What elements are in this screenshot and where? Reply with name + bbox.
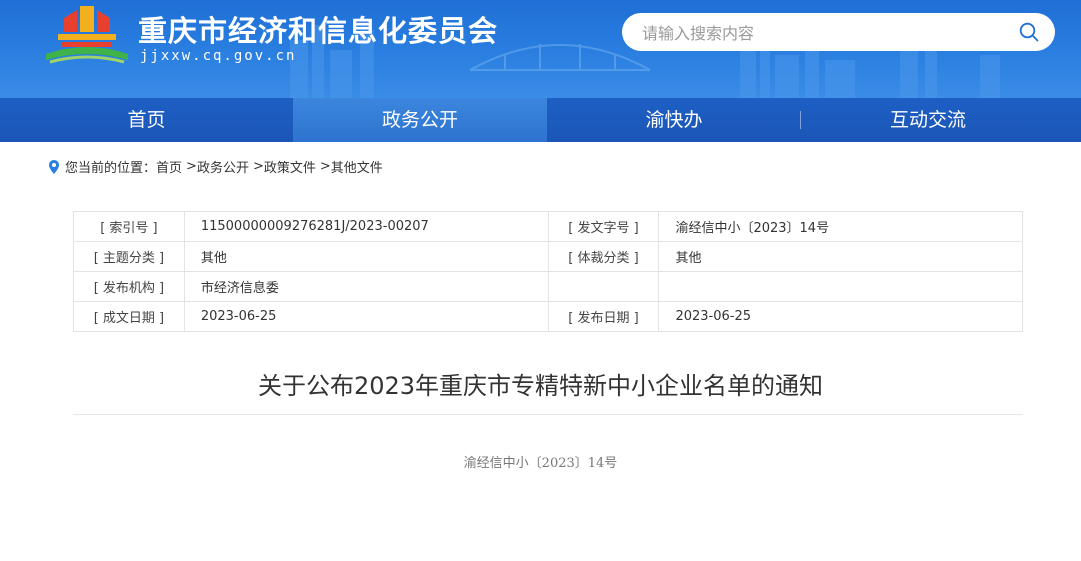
nav-item-government-affairs[interactable]: 政务公开 [293,98,547,142]
site-logo-icon [46,6,128,64]
nav-item-label: 互动交流 [889,109,966,131]
info-value-index-number: 11500000009276281J/2023-00207 [183,211,549,242]
info-value-document-number: 渝经信中小〔2023〕14号 [658,211,1023,242]
nav-item-yukuaiban[interactable]: 渝快办 [547,98,801,142]
breadcrumb-prefix: 您当前的位置： [65,161,157,176]
search-icon[interactable] [1019,22,1039,42]
breadcrumb-item-government-affairs[interactable]: 政务公开 [197,157,249,176]
info-value-publish-date: 2023-06-25 [658,301,1023,332]
info-value-genre-category: 其他 [658,241,1023,272]
table-row: [ 成文日期 ] 2023-06-25 [ 发布日期 ] 2023-06-25 [73,301,1023,332]
info-label-publishing-agency: [ 发布机构 ] [73,271,185,302]
nav-item-label: 首页 [127,109,166,131]
info-label-genre-category: [ 体裁分类 ] [547,241,660,272]
breadcrumb-separator: > [252,159,264,174]
info-label-empty [547,271,660,302]
breadcrumb: 您当前的位置： 首页 > 政务公开 > 政策文件 > 其他文件 [49,157,383,176]
search-input[interactable] [640,21,1014,45]
info-label-index-number: [ 索引号 ] [73,211,185,242]
main-nav: 首页 政务公开 渝快办 互动交流 [0,98,1081,142]
table-row: [ 发布机构 ] 市经济信息委 [73,271,1023,302]
breadcrumb-separator: > [186,159,197,174]
search-box [622,13,1055,51]
breadcrumb-item-policy-documents[interactable]: 政策文件 [264,157,316,176]
info-value-empty [658,271,1023,302]
info-value-topic-category: 其他 [183,241,549,272]
info-label-publish-date: [ 发布日期 ] [547,301,660,332]
nav-item-interaction[interactable]: 互动交流 [801,98,1055,142]
title-divider [73,414,1023,415]
info-value-written-date: 2023-06-25 [183,301,549,332]
table-row: [ 索引号 ] 11500000009276281J/2023-00207 [ … [73,211,1023,242]
nav-item-home[interactable]: 首页 [0,98,293,142]
nav-item-label: 政务公开 [381,109,458,131]
table-row: [ 主题分类 ] 其他 [ 体裁分类 ] 其他 [73,241,1023,272]
location-pin-icon [49,159,59,174]
breadcrumb-separator: > [319,159,331,174]
document-info-table: [ 索引号 ] 11500000009276281J/2023-00207 [ … [73,211,1023,332]
breadcrumb-item-other-documents[interactable]: 其他文件 [331,157,383,176]
document-title: 关于公布2023年重庆市专精特新中小企业名单的通知 [257,372,824,400]
nav-item-label: 渝快办 [645,109,703,131]
site-header: 重庆市经济和信息化委员会 jjxxw.cq.gov.cn [0,0,1081,98]
info-label-document-number: [ 发文字号 ] [547,211,660,242]
info-label-topic-category: [ 主题分类 ] [73,241,185,272]
document-number: 渝经信中小〔2023〕14号 [463,456,618,471]
site-title: 重庆市经济和信息化委员会 [138,14,499,48]
info-value-publishing-agency: 市经济信息委 [183,271,549,302]
breadcrumb-item-home[interactable]: 首页 [156,157,182,176]
site-domain: jjxxw.cq.gov.cn [140,48,297,64]
info-label-written-date: [ 成文日期 ] [73,301,185,332]
